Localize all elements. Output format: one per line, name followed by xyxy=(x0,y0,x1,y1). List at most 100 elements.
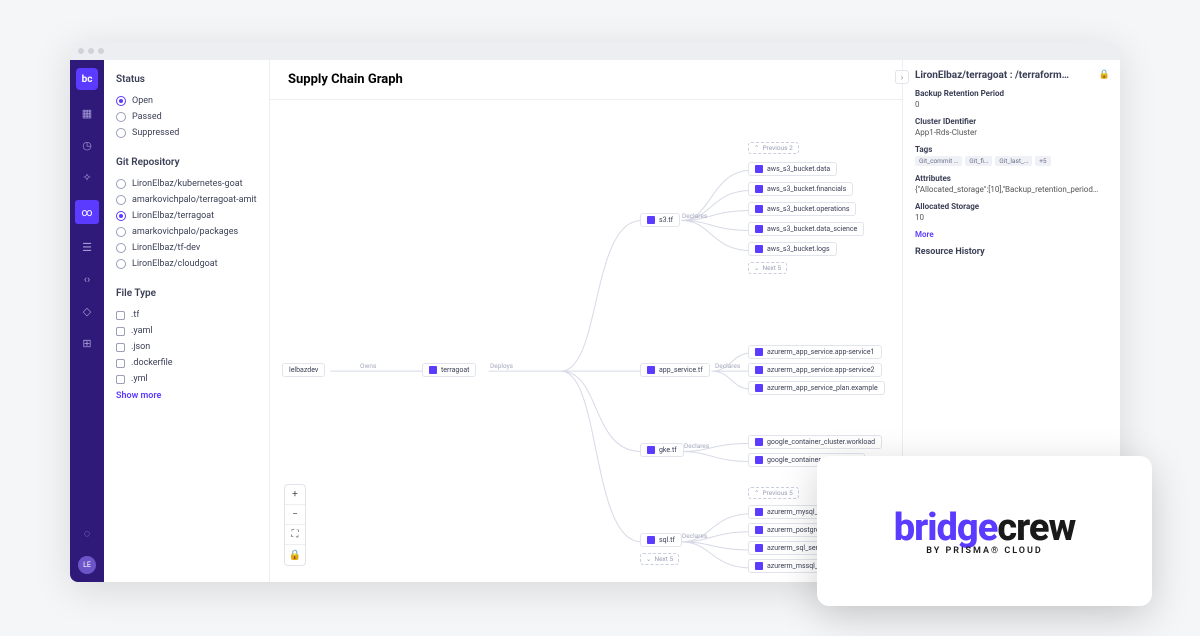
brand-word-2: crew xyxy=(997,506,1075,550)
status-heading: Status xyxy=(116,74,257,85)
azure-icon xyxy=(755,348,763,356)
window-titlebar xyxy=(70,42,1120,60)
filetype-item[interactable]: .yaml xyxy=(116,323,257,339)
prev-page[interactable]: ⌃Previous 5 xyxy=(748,487,799,499)
filetype-item[interactable]: .yml xyxy=(116,371,257,387)
resource-node[interactable]: azurerm_app_service_plan.example xyxy=(748,381,885,395)
edge-label: Declares xyxy=(684,442,709,450)
tag-chip[interactable]: Git_commit … xyxy=(915,156,962,166)
tag-more-chip[interactable]: +5 xyxy=(1035,156,1050,166)
filetype-show-more[interactable]: Show more xyxy=(116,391,257,401)
db-icon xyxy=(755,508,763,516)
file-node-sql[interactable]: sql.tf xyxy=(640,533,682,547)
nav-clock-icon[interactable]: ◷ xyxy=(78,136,96,154)
bucket-icon xyxy=(755,185,763,193)
resource-node[interactable]: google_container_cluster.workload xyxy=(748,435,882,449)
nav-users-icon[interactable]: ☰ xyxy=(78,238,96,256)
resource-node[interactable]: aws_s3_bucket.financials xyxy=(748,182,853,196)
nav-puzzle-icon[interactable]: ⊞ xyxy=(78,334,96,352)
field-value: App1-Rds-Cluster xyxy=(915,128,1108,137)
repo-node[interactable]: terragoat xyxy=(422,363,476,377)
field-value: 0 xyxy=(915,100,1108,109)
tf-icon xyxy=(647,536,655,544)
brand-word-1: bridge xyxy=(894,506,998,550)
azure-icon xyxy=(755,366,763,374)
nav-rocket-icon[interactable]: ✧ xyxy=(78,168,96,186)
edge-label: Owns xyxy=(360,362,376,370)
status-open[interactable]: Open xyxy=(116,93,257,109)
repo-item[interactable]: amarkovichpalo/packages xyxy=(116,224,257,240)
status-passed[interactable]: Passed xyxy=(116,109,257,125)
zoom-lock-button[interactable]: 🔒 xyxy=(285,545,305,565)
repo-item[interactable]: LironElbaz/cloudgoat xyxy=(116,256,257,272)
filter-sidebar: Status Open Passed Suppressed Git Reposi… xyxy=(104,60,270,582)
nav-code-icon[interactable]: ‹› xyxy=(78,270,96,288)
bucket-icon xyxy=(755,205,763,213)
repo-item[interactable]: LironElbaz/terragoat xyxy=(116,208,257,224)
owner-node[interactable]: lelbazdev xyxy=(282,363,325,377)
resource-node[interactable]: aws_s3_bucket.logs xyxy=(748,242,837,256)
resource-node[interactable]: azurerm_app_service.app-service2 xyxy=(748,363,882,377)
zoom-in-button[interactable]: + xyxy=(285,485,305,505)
brand-card: bridgecrew BY PRISMA® CLOUD xyxy=(817,456,1152,606)
logo-icon[interactable]: bc xyxy=(76,68,98,90)
avatar[interactable]: LE xyxy=(78,556,96,574)
resource-node[interactable]: aws_s3_bucket.data_science xyxy=(748,222,864,236)
collapse-panel-button[interactable]: › xyxy=(895,70,909,84)
edge-label: Declares xyxy=(682,212,707,220)
nav-shield-icon[interactable]: ◇ xyxy=(78,302,96,320)
field-label: Backup Retention Period xyxy=(915,89,1108,98)
nav-dashboard-icon[interactable]: ▦ xyxy=(78,104,96,122)
gcp-icon xyxy=(755,438,763,446)
db-icon xyxy=(755,544,763,552)
filetype-item[interactable]: .json xyxy=(116,339,257,355)
next-page[interactable]: ⌄Next 5 xyxy=(748,262,787,274)
graph-canvas[interactable]: lelbazdev Owns terragoat Deploys ⌃Previo… xyxy=(270,100,902,582)
resource-node[interactable]: aws_s3_bucket.operations xyxy=(748,202,856,216)
prev-page[interactable]: ⌃Previous 2 xyxy=(748,142,799,154)
details-title: LironElbaz/terragoat : /terraform… xyxy=(915,70,1108,81)
history-heading: Resource History xyxy=(915,247,1108,257)
alloc-label: Allocated Storage xyxy=(915,202,1108,211)
brand-subtitle: BY PRISMA® CLOUD xyxy=(926,546,1043,556)
tf-icon xyxy=(647,446,655,454)
nav-rail: bc ▦ ◷ ✧ ∞ ☰ ‹› ◇ ⊞ ◌ LE xyxy=(70,60,104,582)
edge-label: Deploys xyxy=(490,362,513,370)
file-node-s3[interactable]: s3.tf xyxy=(640,213,680,227)
field-label: Cluster IDentifier xyxy=(915,117,1108,126)
lock-icon: 🔒 xyxy=(1099,70,1110,80)
tag-chip[interactable]: Git_last_… xyxy=(995,156,1032,166)
tf-icon xyxy=(647,366,655,374)
nav-graph-icon[interactable]: ∞ xyxy=(75,200,99,224)
bucket-icon xyxy=(755,225,763,233)
gcp-icon xyxy=(755,456,763,464)
zoom-out-button[interactable]: − xyxy=(285,505,305,525)
filetype-heading: File Type xyxy=(116,288,257,299)
repos-heading: Git Repository xyxy=(116,157,257,168)
more-link[interactable]: More xyxy=(915,230,1108,239)
filetype-item[interactable]: .tf xyxy=(116,307,257,323)
resource-node[interactable]: azurerm_app_service.app-service1 xyxy=(748,345,882,359)
repo-item[interactable]: amarkovichpalo/terragoat-amit xyxy=(116,192,257,208)
file-node-app[interactable]: app_service.tf xyxy=(640,363,710,377)
nav-bell-icon[interactable]: ◌ xyxy=(78,524,96,542)
next-page[interactable]: ⌄Next 5 xyxy=(640,553,679,565)
db-icon xyxy=(755,562,763,570)
bucket-icon xyxy=(755,165,763,173)
repo-item[interactable]: LironElbaz/tf-dev xyxy=(116,240,257,256)
filetype-item[interactable]: .dockerfile xyxy=(116,355,257,371)
file-node-gke[interactable]: gke.tf xyxy=(640,443,684,457)
repo-item[interactable]: LironElbaz/kubernetes-goat xyxy=(116,176,257,192)
azure-icon xyxy=(755,384,763,392)
zoom-controls: + − ⛶ 🔒 xyxy=(284,484,306,566)
status-suppressed[interactable]: Suppressed xyxy=(116,125,257,141)
tf-icon xyxy=(647,216,655,224)
bucket-icon xyxy=(755,245,763,253)
tags-label: Tags xyxy=(915,145,1108,154)
resource-node[interactable]: aws_s3_bucket.data xyxy=(748,162,837,176)
tag-chip[interactable]: Git_fi… xyxy=(965,156,992,166)
page-title: Supply Chain Graph xyxy=(270,60,902,100)
zoom-fit-button[interactable]: ⛶ xyxy=(285,525,305,545)
edge-label: Declares xyxy=(682,532,707,540)
attrs-value: {"Allocated_storage":[10],"Backup_retent… xyxy=(915,185,1108,194)
